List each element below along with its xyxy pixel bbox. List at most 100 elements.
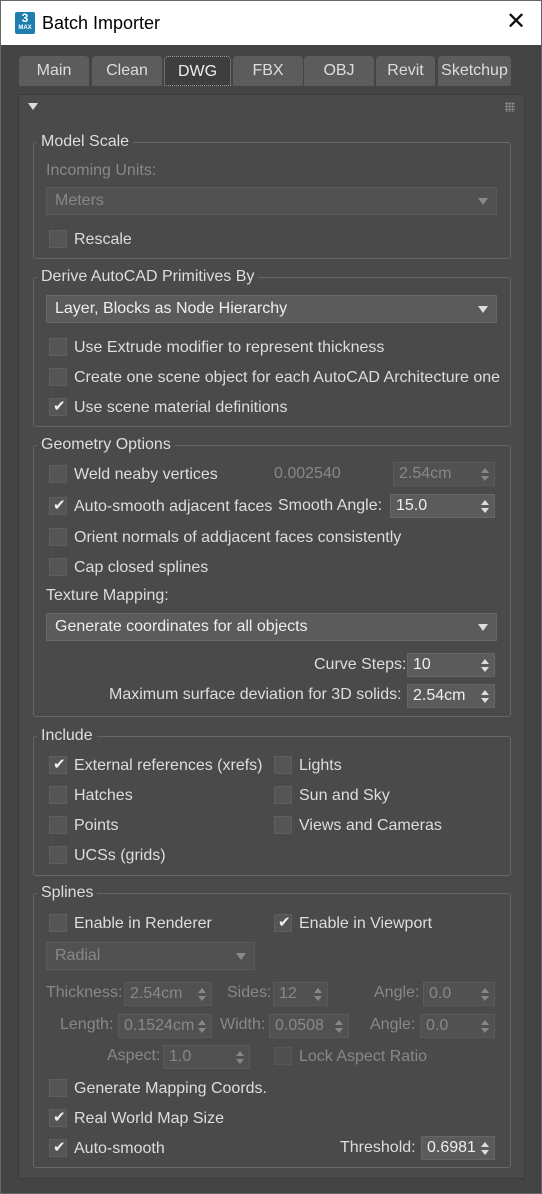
spinner-up-icon xyxy=(481,500,489,505)
check-icon: ✔ xyxy=(53,497,66,514)
spinner-up-icon xyxy=(481,1020,489,1025)
check-icon: ✔ xyxy=(53,398,66,415)
tab-revit[interactable]: Revit xyxy=(376,56,435,86)
autosmooth-label: Auto-smooth adjacent faces xyxy=(74,498,273,515)
width-label: Width: xyxy=(220,1016,266,1033)
texture-mapping-dropdown[interactable]: Generate coordinates for all objects xyxy=(46,613,497,641)
angle-spinner[interactable]: 0.0 xyxy=(423,982,495,1006)
model-scale-title: Model Scale xyxy=(37,133,134,151)
spinner-down-icon xyxy=(481,1150,489,1155)
spinner-up-icon xyxy=(314,988,322,993)
derive-primitives-dropdown[interactable]: Layer, Blocks as Node Hierarchy xyxy=(46,295,497,323)
spinner-up-icon xyxy=(481,1142,489,1147)
include-views-cameras-label: Views and Cameras xyxy=(299,817,442,834)
incoming-units-dropdown[interactable]: Meters xyxy=(46,187,497,215)
width-spinner[interactable]: 0.0508 xyxy=(269,1014,349,1038)
sides-label: Sides: xyxy=(227,984,272,1001)
include-points-label: Points xyxy=(74,817,119,834)
check-icon: ✔ xyxy=(278,914,291,931)
spinner-up-icon xyxy=(198,988,206,993)
spinner-down-icon xyxy=(481,508,489,513)
include-ucs-checkbox[interactable] xyxy=(49,846,67,864)
chevron-down-icon xyxy=(478,624,488,631)
enable-renderer-checkbox[interactable] xyxy=(49,914,67,932)
incoming-units-label: Incoming Units: xyxy=(46,162,157,179)
max-deviation-spinner[interactable]: 2.54cm xyxy=(407,684,495,708)
rescale-label: Rescale xyxy=(74,231,132,248)
thickness-spinner[interactable]: 2.54cm xyxy=(124,982,212,1006)
scene-material-checkbox[interactable]: ✔ xyxy=(49,398,67,416)
batch-importer-window: 3 MAX Batch Importer ✕ Main Clean DWG FBX… xyxy=(0,0,542,1194)
mapping-coords-checkbox[interactable] xyxy=(49,1079,67,1097)
autosmooth-checkbox[interactable]: ✔ xyxy=(49,497,67,515)
angle-label: Angle: xyxy=(374,984,420,1001)
enable-viewport-checkbox[interactable]: ✔ xyxy=(274,914,292,932)
include-lights-checkbox[interactable] xyxy=(274,756,292,774)
lock-aspect-checkbox[interactable] xyxy=(274,1047,292,1065)
tab-clean[interactable]: Clean xyxy=(92,56,162,86)
real-world-map-checkbox[interactable]: ✔ xyxy=(49,1109,67,1127)
smooth-angle-spinner[interactable]: 15.0 xyxy=(390,494,495,518)
grip-icon[interactable] xyxy=(505,102,515,112)
tab-sketchup[interactable]: Sketchup xyxy=(438,56,511,86)
include-xrefs-checkbox[interactable]: ✔ xyxy=(49,756,67,774)
include-views-cameras-checkbox[interactable] xyxy=(274,816,292,834)
geometry-options-title: Geometry Options xyxy=(37,436,175,454)
sides-spinner[interactable]: 12 xyxy=(273,982,328,1006)
aspect-spinner[interactable]: 1.0 xyxy=(163,1045,250,1069)
curve-steps-spinner[interactable]: 10 xyxy=(407,653,495,677)
spinner-up-icon xyxy=(335,1020,343,1025)
include-title: Include xyxy=(37,727,97,745)
spline-autosmooth-checkbox[interactable]: ✔ xyxy=(49,1139,67,1157)
tab-main[interactable]: Main xyxy=(19,56,89,86)
tab-dwg[interactable]: DWG xyxy=(164,56,231,86)
chevron-down-icon xyxy=(478,306,488,313)
length-label: Length: xyxy=(60,1016,114,1033)
orient-normals-checkbox[interactable] xyxy=(49,528,67,546)
spinner-up-icon xyxy=(236,1051,244,1056)
rescale-checkbox[interactable] xyxy=(49,230,67,248)
include-points-checkbox[interactable] xyxy=(49,816,67,834)
include-sun-sky-checkbox[interactable] xyxy=(274,786,292,804)
chevron-down-icon xyxy=(236,953,246,960)
spinner-up-icon xyxy=(481,659,489,664)
angle2-spinner[interactable]: 0.0 xyxy=(420,1014,495,1038)
spinner-down-icon xyxy=(481,476,489,481)
spinner-down-icon xyxy=(481,667,489,672)
check-icon: ✔ xyxy=(53,1139,66,1156)
extrude-label: Use Extrude modifier to represent thickn… xyxy=(74,339,385,356)
real-world-map-label: Real World Map Size xyxy=(74,1110,224,1127)
threshold-label: Threshold: xyxy=(340,1139,416,1156)
check-icon: ✔ xyxy=(53,756,66,773)
max-deviation-label: Maximum surface deviation for 3D solids: xyxy=(109,686,402,703)
smooth-angle-label: Smooth Angle: xyxy=(278,497,383,514)
length-spinner[interactable]: 0.1524cm xyxy=(118,1014,212,1038)
orient-normals-label: Orient normals of addjacent faces consis… xyxy=(74,529,402,546)
splines-title: Splines xyxy=(37,884,98,902)
weld-threshold-spinner[interactable]: 2.54cm xyxy=(393,462,495,486)
spline-profile-dropdown[interactable]: Radial xyxy=(46,942,255,970)
spinner-down-icon xyxy=(198,996,206,1001)
weld-checkbox[interactable] xyxy=(49,465,67,483)
spinner-up-icon xyxy=(198,1020,206,1025)
thickness-label: Thickness: xyxy=(46,984,123,1001)
lock-aspect-label: Lock Aspect Ratio xyxy=(299,1048,428,1065)
include-hatches-label: Hatches xyxy=(74,787,133,804)
cap-splines-checkbox[interactable] xyxy=(49,558,67,576)
one-object-checkbox[interactable] xyxy=(49,368,67,386)
one-object-label: Create one scene object for each AutoCAD… xyxy=(74,369,501,386)
spline-autosmooth-label: Auto-smooth xyxy=(74,1140,165,1157)
spinner-down-icon xyxy=(314,996,322,1001)
tab-obj[interactable]: OBJ xyxy=(304,56,374,86)
texture-mapping-label: Texture Mapping: xyxy=(46,587,169,604)
rollout-collapse-icon[interactable] xyxy=(28,103,38,110)
include-hatches-checkbox[interactable] xyxy=(49,786,67,804)
threshold-spinner[interactable]: 0.6981 xyxy=(421,1136,495,1160)
include-sun-sky-label: Sun and Sky xyxy=(299,787,390,804)
close-icon[interactable]: ✕ xyxy=(501,8,531,38)
extrude-checkbox[interactable] xyxy=(49,338,67,356)
spinner-down-icon xyxy=(481,698,489,703)
tab-fbx[interactable]: FBX xyxy=(233,56,303,86)
angle2-label: Angle: xyxy=(370,1016,416,1033)
spinner-down-icon xyxy=(481,996,489,1001)
